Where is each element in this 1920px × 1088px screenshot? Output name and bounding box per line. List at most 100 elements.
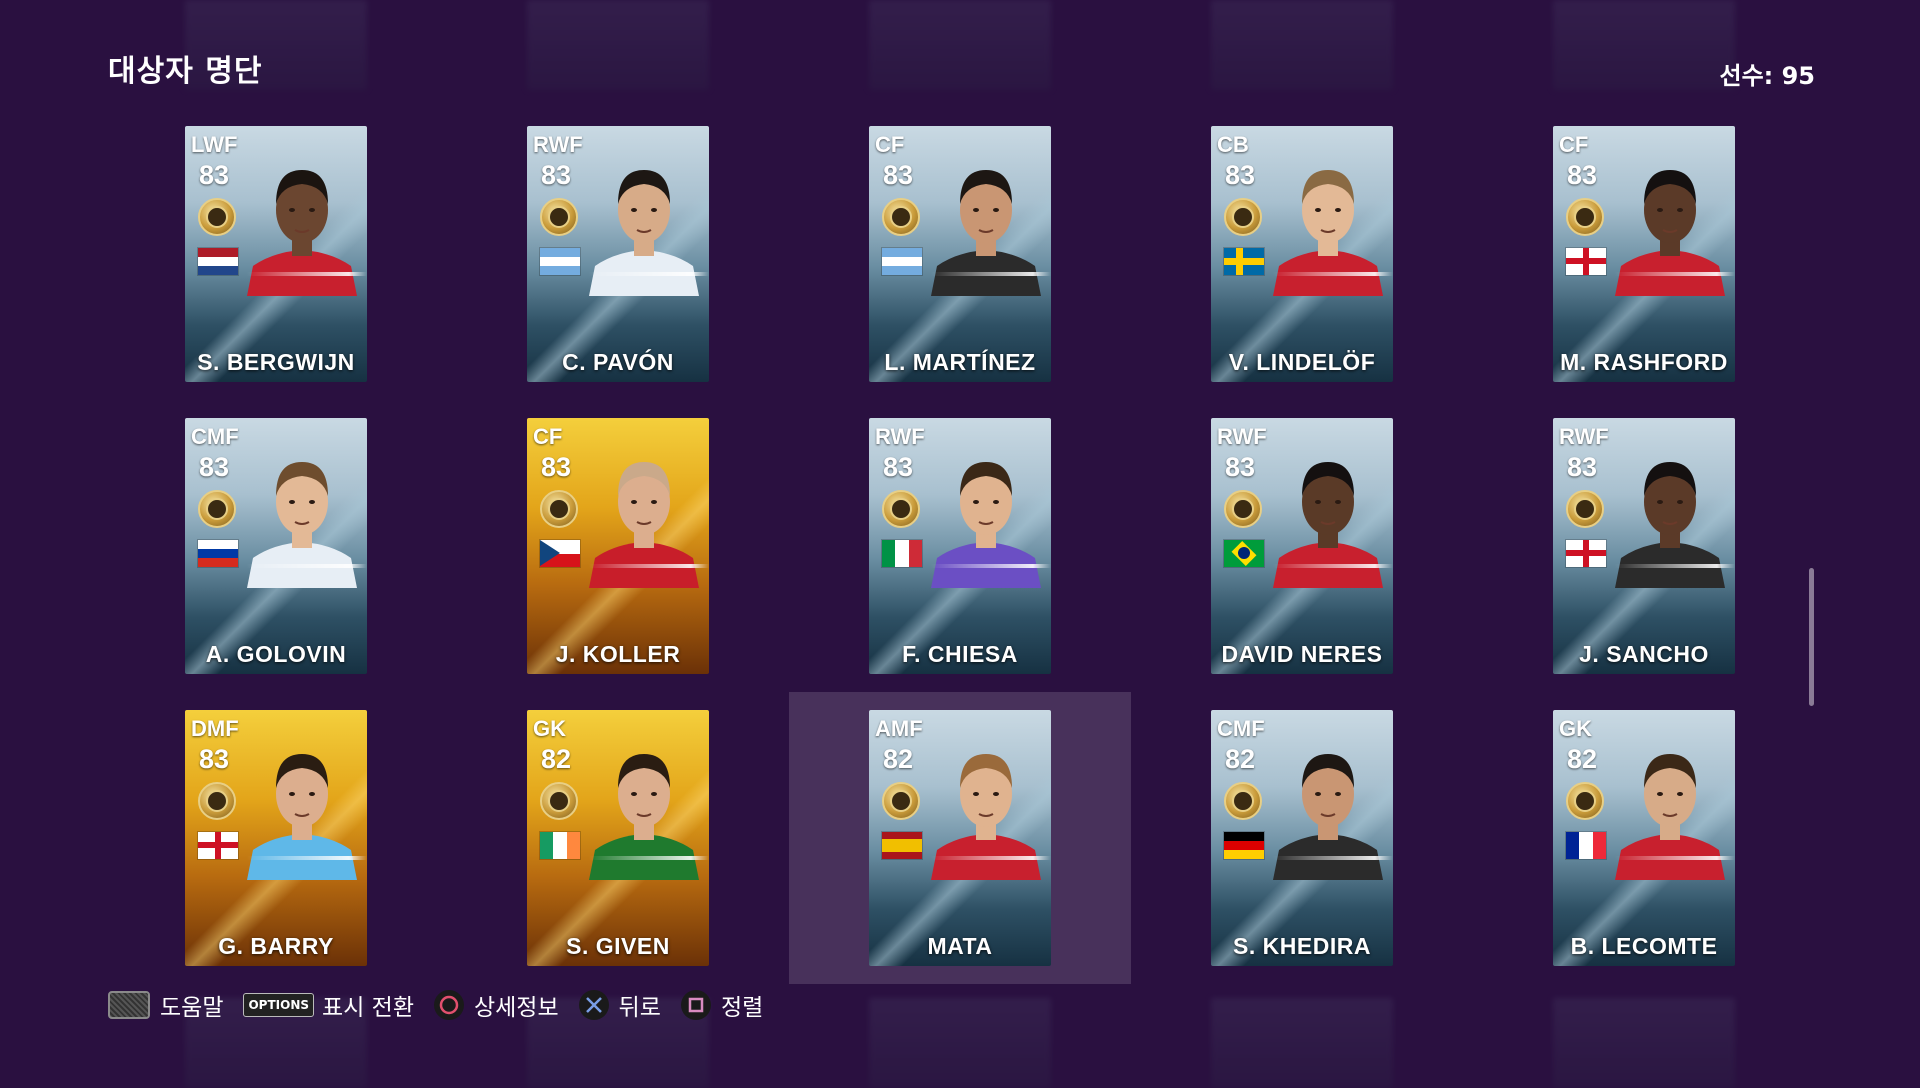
toggle-display-hint[interactable]: OPTIONS 표시 전환 <box>243 988 414 1022</box>
player-name: M. RASHFORD <box>1560 349 1728 375</box>
player-rating: 83 <box>1225 160 1256 190</box>
player-rating: 83 <box>199 744 230 774</box>
card-shine <box>589 856 709 860</box>
player-position: GK <box>533 716 566 741</box>
player-rating: 83 <box>541 452 572 482</box>
player-card-slot[interactable]: GK 82 B. LECOMTE <box>1473 692 1815 984</box>
card-shine <box>589 272 709 276</box>
england-flag-icon <box>1566 540 1606 567</box>
player-name: G. BARRY <box>218 933 334 959</box>
player-rating: 83 <box>1567 160 1598 190</box>
touchpad-icon <box>108 991 150 1019</box>
player-card[interactable]: CMF 83 A. GOLOVIN <box>185 418 367 674</box>
player-card[interactable]: CMF 82 S. KHEDIRA <box>1211 710 1393 966</box>
player-card[interactable]: RWF 83 J. SANCHO <box>1553 418 1735 674</box>
square-icon <box>680 990 711 1020</box>
player-name: J. KOLLER <box>555 641 681 667</box>
player-card[interactable]: CB 83 V. LINDELÖF <box>1211 126 1393 382</box>
card-shine <box>1273 272 1393 276</box>
player-card[interactable]: LWF 83 S. BERGWIJN <box>185 126 367 382</box>
card-shine <box>1615 856 1735 860</box>
player-card-slot[interactable]: CF 83 M. RASHFORD <box>1473 108 1815 400</box>
card-shine <box>1273 856 1393 860</box>
player-position: RWF <box>875 424 925 449</box>
player-card-slot[interactable]: CF 83 L. MARTÍNEZ <box>789 108 1131 400</box>
player-position: CF <box>1559 132 1589 157</box>
england-flag-icon <box>1566 248 1606 275</box>
club-medal-icon <box>540 782 578 820</box>
player-rating: 82 <box>1567 744 1598 774</box>
card-shine <box>931 564 1051 568</box>
back-label: 뒤로 <box>618 995 661 1021</box>
player-name: A. GOLOVIN <box>205 641 347 667</box>
card-shine <box>931 272 1051 276</box>
club-medal-icon <box>540 198 578 236</box>
club-medal-icon <box>882 782 920 820</box>
card-shine <box>931 856 1051 860</box>
card-shine <box>589 564 709 568</box>
club-medal-icon <box>1566 490 1604 528</box>
player-card[interactable]: CF 83 J. KOLLER <box>527 418 709 674</box>
toggle-display-label: 표시 전환 <box>322 995 414 1021</box>
player-card-slot[interactable]: CF 83 J. KOLLER <box>447 400 789 692</box>
brazil-flag-icon <box>1224 540 1264 567</box>
player-position: CMF <box>1217 716 1265 741</box>
player-card-slot[interactable]: CMF 83 A. GOLOVIN <box>105 400 447 692</box>
player-card[interactable]: RWF 83 F. CHIESA <box>869 418 1051 674</box>
germany-flag-icon <box>1224 832 1264 859</box>
player-rating: 82 <box>541 744 572 774</box>
argentina-flag-icon <box>882 248 922 275</box>
scrollbar[interactable] <box>1809 568 1814 706</box>
player-card-slot[interactable]: CMF 82 S. KHEDIRA <box>1131 692 1473 984</box>
player-name: S. BERGWIJN <box>197 349 355 375</box>
player-name: B. LECOMTE <box>1570 933 1718 959</box>
sort-hint[interactable]: 정렬 <box>680 988 763 1022</box>
card-shine <box>1273 564 1393 568</box>
player-rating: 82 <box>1225 744 1256 774</box>
player-rating: 83 <box>199 160 230 190</box>
club-medal-icon <box>1566 198 1604 236</box>
player-card[interactable]: RWF 83 C. PAVÓN <box>527 126 709 382</box>
player-position: CF <box>533 424 563 449</box>
player-card-slot[interactable]: DMF 83 G. BARRY <box>105 692 447 984</box>
player-card-slot[interactable]: RWF 83 C. PAVÓN <box>447 108 789 400</box>
sweden-flag-icon <box>1224 248 1264 275</box>
back-hint[interactable]: 뒤로 <box>578 988 661 1022</box>
player-card[interactable]: DMF 83 G. BARRY <box>185 710 367 966</box>
player-card[interactable]: RWF 83 DAVID NERES <box>1211 418 1393 674</box>
player-position: LWF <box>191 132 238 157</box>
player-card-slot[interactable]: RWF 83 DAVID NERES <box>1131 400 1473 692</box>
player-name: F. CHIESA <box>902 641 1018 667</box>
club-medal-icon <box>198 198 236 236</box>
player-card[interactable]: GK 82 S. GIVEN <box>527 710 709 966</box>
player-card[interactable]: GK 82 B. LECOMTE <box>1553 710 1735 966</box>
options-icon: OPTIONS <box>243 993 315 1017</box>
player-card-slot[interactable]: AMF 82 MATA <box>789 692 1131 984</box>
player-card-slot[interactable]: RWF 83 J. SANCHO <box>1473 400 1815 692</box>
player-rating: 83 <box>1567 452 1598 482</box>
netherlands-flag-icon <box>198 248 238 275</box>
detail-hint[interactable]: 상세정보 <box>433 988 559 1022</box>
player-name: MATA <box>927 933 993 959</box>
spain-flag-icon <box>882 832 922 859</box>
player-card-slot[interactable]: RWF 83 F. CHIESA <box>789 400 1131 692</box>
player-name: C. PAVÓN <box>562 349 674 375</box>
card-shine <box>1615 564 1735 568</box>
player-card[interactable]: AMF 82 MATA <box>869 710 1051 966</box>
player-rating: 83 <box>883 452 914 482</box>
club-medal-icon <box>198 782 236 820</box>
player-card-slot[interactable]: LWF 83 S. BERGWIJN <box>105 108 447 400</box>
player-rating: 82 <box>883 744 914 774</box>
player-position: CB <box>1217 132 1249 157</box>
czech-flag-icon <box>540 540 580 567</box>
player-card-slot[interactable]: CB 83 V. LINDELÖF <box>1131 108 1473 400</box>
player-card[interactable]: CF 83 M. RASHFORD <box>1553 126 1735 382</box>
card-shine <box>247 856 367 860</box>
help-hint[interactable]: 도움말 <box>108 988 223 1022</box>
club-medal-icon <box>540 490 578 528</box>
player-name: DAVID NERES <box>1221 641 1383 667</box>
player-card[interactable]: CF 83 L. MARTÍNEZ <box>869 126 1051 382</box>
player-name: J. SANCHO <box>1579 641 1709 667</box>
player-card-slot[interactable]: GK 82 S. GIVEN <box>447 692 789 984</box>
club-medal-icon <box>882 490 920 528</box>
